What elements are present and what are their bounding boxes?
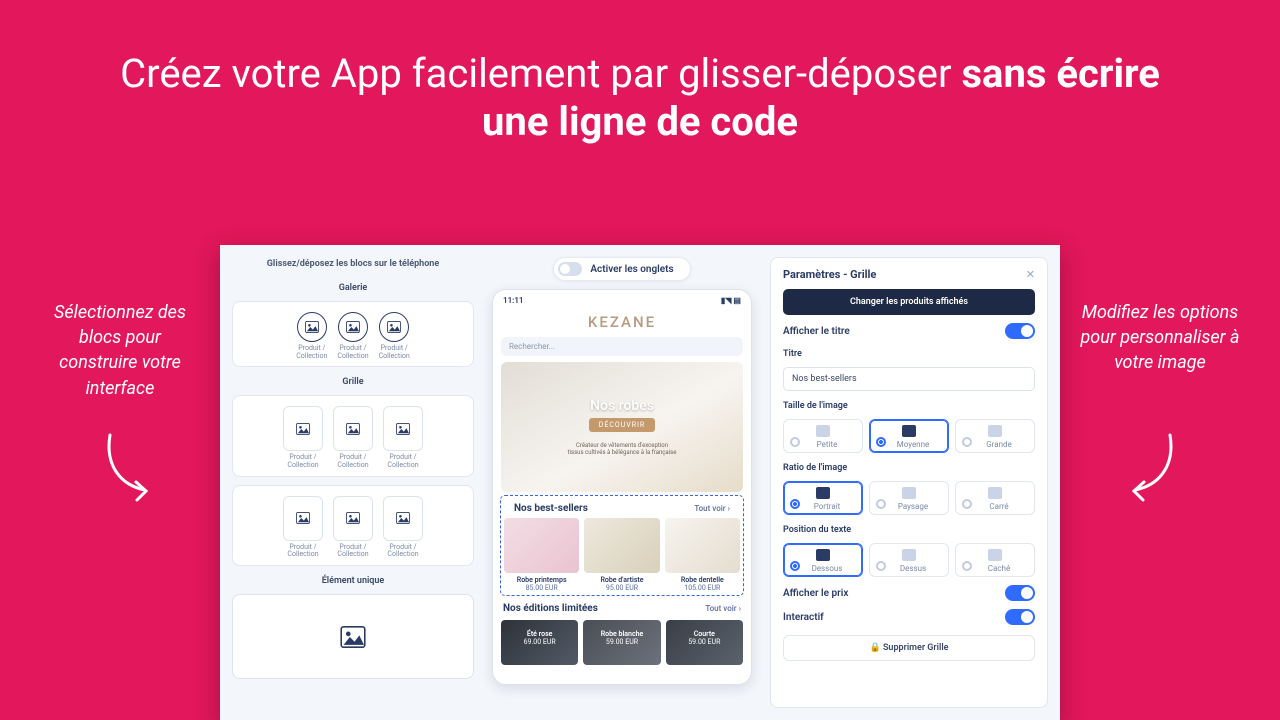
ratio-label: Ratio de l'image (783, 463, 1035, 473)
gallery-item[interactable]: Produit /Collection (337, 312, 368, 360)
product-card[interactable]: Courte59.00 EUR (666, 620, 743, 684)
limited-section[interactable]: Été rose69.00 EUR Robe blanche59.00 EUR … (501, 620, 743, 684)
show-title-label: Afficher le titre (783, 326, 850, 337)
image-icon (396, 423, 410, 435)
opt-grande[interactable]: Grande (955, 419, 1035, 453)
hero-cta[interactable]: DÉCOUVRIR (589, 418, 655, 432)
grid-item[interactable]: Produit /Collection (383, 496, 423, 559)
image-icon (305, 321, 319, 333)
group-label-unique: Élément unique (232, 576, 474, 586)
headline-text: Créez votre App facilement par glisser-d… (120, 50, 961, 97)
opt-carre[interactable]: Carré (955, 481, 1035, 515)
image-icon (346, 321, 360, 333)
brand-logo: KEZANE (493, 311, 751, 337)
gallery-item[interactable]: Produit /Collection (379, 312, 410, 360)
phone-frame: 11:11 ▮◥ ▤ KEZANE Rechercher... Nos robe… (492, 289, 752, 685)
blocks-panel: Glissez/déposez les blocs sur le télépho… (232, 257, 474, 708)
group-label-grid: Grille (232, 377, 474, 387)
product-card[interactable]: Robe dentelle105.00 EUR (665, 518, 740, 592)
grid-block-row2[interactable]: Produit /Collection Produit /Collection … (232, 485, 474, 566)
image-icon (346, 512, 360, 524)
settings-title: Paramètres - Grille (783, 268, 876, 281)
arrow-right-icon (1120, 430, 1180, 510)
show-price-label: Afficher le prix (783, 588, 848, 599)
grid-item[interactable]: Produit /Collection (283, 406, 323, 469)
gallery-block[interactable]: Produit /Collection Produit /Collection … (232, 301, 474, 367)
phone-preview-panel: Activer les onglets 11:11 ▮◥ ▤ KEZANE Re… (489, 257, 755, 708)
image-icon (346, 423, 360, 435)
blocks-panel-title: Glissez/déposez les blocs sur le télépho… (232, 259, 474, 269)
grid-block-row1[interactable]: Produit /Collection Produit /Collection … (232, 395, 474, 476)
opt-dessous[interactable]: Dessous (783, 543, 863, 577)
imgsize-label: Taille de l'image (783, 401, 1035, 411)
hero-banner[interactable]: Nos robes DÉCOUVRIR Créateur de vêtement… (501, 362, 743, 492)
delete-grid-button[interactable]: 🔒 Supprimer Grille (783, 635, 1035, 661)
opt-petite[interactable]: Petite (783, 419, 863, 453)
editor-window: Glissez/déposez les blocs sur le télépho… (220, 245, 1060, 720)
imgsize-options: Petite Moyenne Grande (783, 419, 1035, 453)
show-title-toggle[interactable] (1005, 323, 1035, 339)
tabs-toggle-label: Activer les onglets (590, 264, 673, 275)
product-image (504, 518, 579, 573)
bestsellers-section[interactable]: Nos best-sellers Tout voir › Robe printe… (501, 496, 743, 595)
lock-icon: 🔒 (869, 643, 880, 653)
grid-item[interactable]: Produit /Collection (333, 496, 373, 559)
product-card[interactable]: Robe printemps85.00 EUR (504, 518, 579, 592)
grid-item[interactable]: Produit /Collection (283, 496, 323, 559)
section-title: Nos éditions limitées (503, 603, 598, 614)
opt-cache[interactable]: Caché (955, 543, 1035, 577)
product-card[interactable]: Robe d'artiste95.00 EUR (584, 518, 659, 592)
image-icon (340, 626, 366, 648)
hero-tagline: Créateur de vêtements d'exceptiontissus … (568, 442, 677, 456)
grid-item[interactable]: Produit /Collection (383, 406, 423, 469)
show-price-toggle[interactable] (1005, 585, 1035, 601)
close-icon[interactable]: ✕ (1026, 268, 1035, 281)
hero-title: Nos robes (590, 398, 654, 414)
headline: Créez votre App facilement par glisser-d… (0, 0, 1280, 176)
status-bar: 11:11 ▮◥ ▤ (493, 290, 751, 311)
product-card[interactable]: Été rose69.00 EUR (501, 620, 578, 684)
image-icon (387, 321, 401, 333)
opt-paysage[interactable]: Paysage (869, 481, 949, 515)
callout-right: Modifiez les options pour personnaliser … (1080, 300, 1240, 376)
interactive-label: Interactif (783, 612, 824, 623)
search-input[interactable]: Rechercher... (501, 337, 743, 356)
opt-moyenne[interactable]: Moyenne (869, 419, 949, 453)
group-label-gallery: Galerie (232, 283, 474, 293)
arrow-left-icon (100, 430, 160, 510)
product-image (665, 518, 740, 573)
change-products-button[interactable]: Changer les produits affichés (783, 289, 1035, 315)
settings-panel: Paramètres - Grille ✕ Changer les produi… (770, 257, 1048, 708)
textpos-options: Dessous Dessus Caché (783, 543, 1035, 577)
interactive-toggle[interactable] (1005, 609, 1035, 625)
title-input[interactable]: Nos best-sellers (783, 367, 1035, 391)
title-field-label: Titre (783, 349, 1035, 359)
callout-left: Sélectionnez des blocs pour construire v… (40, 300, 200, 401)
textpos-label: Position du texte (783, 525, 1035, 535)
clock: 11:11 (503, 296, 523, 305)
toggle-icon (558, 262, 582, 276)
opt-dessus[interactable]: Dessus (869, 543, 949, 577)
opt-portrait[interactable]: Portrait (783, 481, 863, 515)
status-icons: ▮◥ ▤ (721, 296, 741, 305)
gallery-item[interactable]: Produit /Collection (296, 312, 327, 360)
tabs-toggle[interactable]: Activer les onglets (553, 257, 690, 281)
see-all-link[interactable]: Tout voir › (705, 604, 741, 613)
grid-item[interactable]: Produit /Collection (333, 406, 373, 469)
image-icon (296, 512, 310, 524)
image-icon (396, 512, 410, 524)
product-image (584, 518, 659, 573)
see-all-link[interactable]: Tout voir › (694, 504, 730, 513)
product-card[interactable]: Robe blanche59.00 EUR (583, 620, 660, 684)
ratio-options: Portrait Paysage Carré (783, 481, 1035, 515)
unique-block[interactable] (232, 594, 474, 679)
section-title: Nos best-sellers (514, 503, 588, 514)
image-icon (296, 423, 310, 435)
